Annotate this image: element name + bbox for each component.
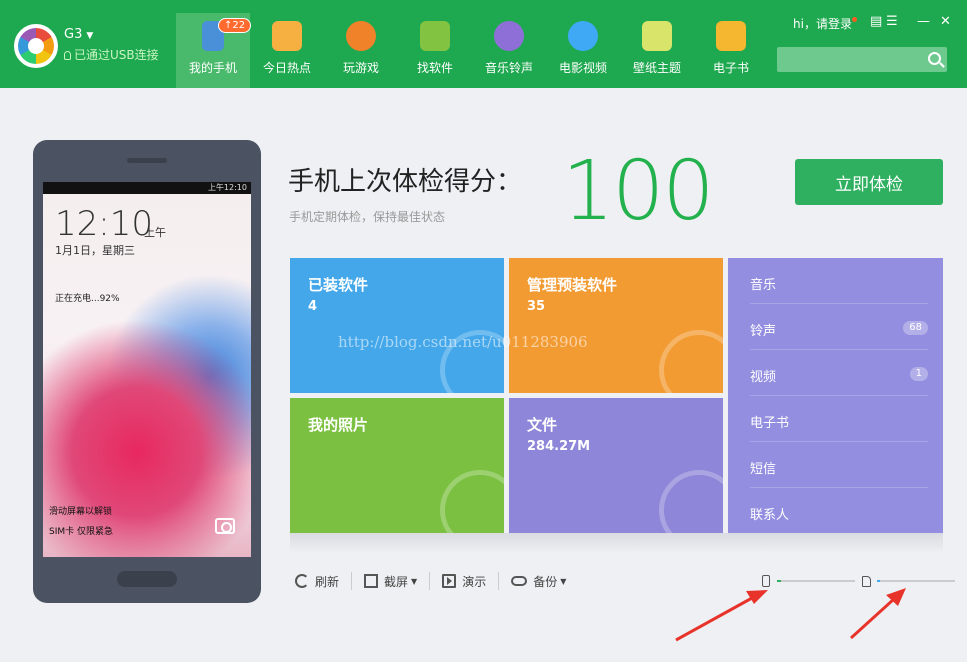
screenshot-button[interactable]: 截屏 ▼ (352, 570, 429, 592)
tile-title: 我的照片 (308, 416, 369, 434)
tile-installed-apps[interactable]: 已装软件 4 (290, 258, 504, 393)
book-icon (716, 21, 746, 51)
device-name: G3 (64, 27, 83, 42)
close-button[interactable]: ✕ (940, 14, 951, 29)
arrow-right (849, 597, 896, 640)
present-button[interactable]: 演示 (430, 570, 498, 592)
login-link[interactable]: hi，请登录 (793, 15, 857, 32)
tile-value: 4 (308, 299, 318, 314)
tile-title: 文件 (527, 416, 558, 434)
nav-games[interactable]: 玩游戏 (324, 13, 398, 88)
tiles-reflection (290, 533, 943, 553)
tile-preinstalled-apps[interactable]: 管理预装软件 35 (509, 258, 723, 393)
list-item-ebooks[interactable]: 电子书 (750, 396, 928, 442)
present-icon (442, 574, 457, 588)
phone-storage-icon (762, 575, 770, 587)
device-selector[interactable]: G3 ▼ (64, 27, 93, 42)
lock-date: 1月1日，星期三 (55, 244, 135, 257)
nav-wallpaper[interactable]: 壁纸主题 (620, 13, 694, 88)
phone-preview: 上午12:10 12:10 上午 1月1日，星期三 正在充电...92% 滑动屏… (33, 140, 261, 603)
folder-icon (659, 470, 723, 533)
refresh-button[interactable]: 刷新 (292, 570, 351, 592)
sd-card-icon (862, 576, 871, 587)
lock-clock: 12:10 (55, 204, 153, 244)
wallpaper-icon (642, 21, 672, 51)
chevron-down-icon: ▼ (411, 576, 418, 586)
app-header: G3 ▼ 已通过USB连接 ↑22 我的手机 今日热点 玩游戏 找软件 音乐铃声 … (0, 0, 967, 88)
list-item-contacts[interactable]: 联系人 (750, 488, 928, 533)
bottom-toolbar: 刷新 截屏 ▼ 演示 备份 ▼ (292, 570, 578, 592)
play-icon (568, 21, 598, 51)
sd-storage-fill (877, 580, 881, 582)
search-input[interactable] (781, 50, 921, 69)
app-logo[interactable] (14, 24, 58, 68)
tile-my-photos[interactable]: 我的照片 (290, 398, 504, 533)
android-icon (420, 21, 450, 51)
nav-music[interactable]: 音乐铃声 (472, 13, 546, 88)
tile-value: 35 (527, 299, 546, 314)
music-icon (494, 21, 524, 51)
arrow-right-head (886, 588, 906, 606)
update-badge: ↑22 (218, 18, 252, 33)
charging-status: 正在充电...92% (55, 294, 120, 304)
score-subtitle: 手机定期体检，保持最佳状态 (289, 210, 446, 224)
check-now-button[interactable]: 立即体检 (795, 159, 943, 205)
tile-files[interactable]: 文件 284.27M (509, 398, 723, 533)
list-item-music[interactable]: 音乐 (750, 258, 928, 304)
count-badge: 1 (909, 367, 928, 381)
count-badge: 68 (903, 321, 928, 335)
tile-title: 已装软件 (308, 276, 369, 294)
arrow-left (675, 596, 753, 642)
phone-home-button (117, 571, 177, 587)
gamepad-icon (346, 21, 376, 51)
search-icon[interactable] (928, 52, 941, 65)
notification-dot (851, 17, 857, 22)
watermark: http://blog.csdn.net/u011283906 (338, 333, 588, 351)
sd-storage-meter[interactable] (877, 580, 955, 582)
tile-value: 284.27M (527, 439, 591, 454)
cloud-icon (511, 576, 528, 586)
list-item-video[interactable]: 视频 1 (750, 350, 928, 396)
camera-icon (215, 518, 235, 534)
nav-ebook[interactable]: 电子书 (694, 13, 768, 88)
phone-status-bar: 上午12:10 (43, 182, 251, 194)
backup-button[interactable]: 备份 ▼ (499, 570, 578, 592)
refresh-icon (295, 574, 309, 588)
phone-storage-meter[interactable] (777, 580, 855, 582)
sim-status: SIM卡 仅限紧急 (49, 527, 113, 537)
minimize-button[interactable]: — (917, 14, 930, 29)
arrow-left-head (746, 590, 768, 604)
phone-storage-fill (777, 580, 781, 582)
photo-icon (440, 470, 504, 533)
message-icon[interactable]: ▤ (870, 14, 882, 29)
nav-hot-today[interactable]: 今日热点 (250, 13, 324, 88)
search-box (777, 47, 947, 72)
nav-software[interactable]: 找软件 (398, 13, 472, 88)
star-icon (272, 21, 302, 51)
media-list: 音乐 铃声 68 视频 1 电子书 短信 联系人 (728, 258, 943, 533)
chevron-down-icon: ▼ (560, 576, 567, 586)
phone-speaker (127, 158, 167, 163)
menu-icon[interactable]: ☰ (886, 14, 898, 29)
main-nav: ↑22 我的手机 今日热点 玩游戏 找软件 音乐铃声 电影视频 壁纸主题 电子书 (176, 13, 768, 88)
wrench-icon (659, 330, 723, 393)
nav-video[interactable]: 电影视频 (546, 13, 620, 88)
list-item-sms[interactable]: 短信 (750, 442, 928, 488)
crop-icon (364, 574, 379, 588)
score-title: 手机上次体检得分： (288, 167, 523, 197)
phone-screen[interactable]: 上午12:10 12:10 上午 1月1日，星期三 正在充电...92% 滑动屏… (43, 182, 251, 557)
connection-status: 已通过USB连接 (64, 46, 159, 63)
usb-icon (64, 51, 71, 60)
nav-my-phone[interactable]: ↑22 我的手机 (176, 13, 252, 88)
unlock-hint: 滑动屏幕以解锁 (49, 507, 113, 517)
tile-title: 管理预装软件 (527, 276, 618, 294)
score-value: 100 (562, 144, 715, 239)
list-item-ringtones[interactable]: 铃声 68 (750, 304, 928, 350)
chevron-down-icon: ▼ (86, 31, 94, 41)
lock-ampm: 上午 (144, 226, 166, 239)
